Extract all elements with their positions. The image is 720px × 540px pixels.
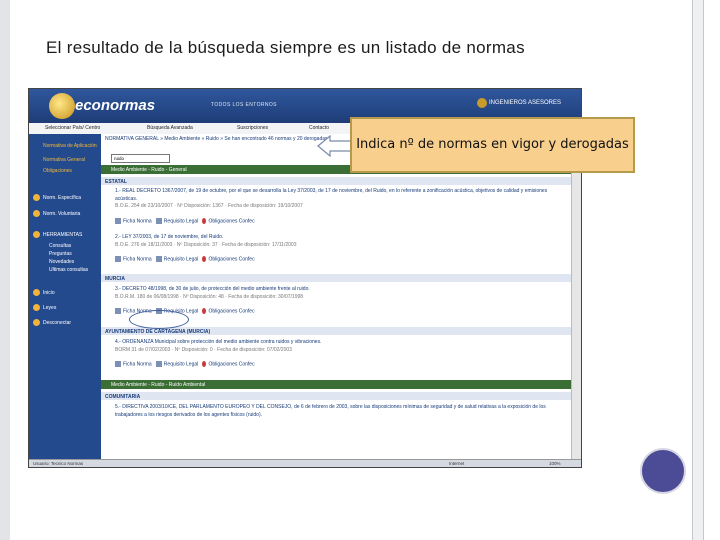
result-title[interactable]: 5.- DIRECTIVA 2003/10/CE, DEL PARLAMENTO… [115, 404, 565, 419]
pin-icon [202, 218, 207, 224]
result-title[interactable]: 4.- ORDENANZA Municipal sobre protección… [115, 339, 565, 347]
callout-text: Indica nº de normas en vigor y derogadas [356, 137, 629, 152]
sidebar-dot-icon [33, 210, 40, 217]
status-user: Usuario: Tecnico Normas [33, 461, 84, 466]
section-header: MURCIA [101, 274, 571, 282]
requisito-legal-link[interactable]: Requisito Legal [164, 256, 198, 262]
pin-icon [202, 308, 207, 314]
sidebar-item-ultimas-consultas[interactable]: Ultimas consultas [49, 267, 88, 273]
sidebar-item-consultas[interactable]: Consultas [49, 243, 71, 249]
document-icon [115, 256, 121, 262]
app-logo-text: econormas [75, 97, 156, 114]
pin-icon [202, 361, 207, 367]
result-meta: B.O.E. 276 de 18/11/2003 · Nº Disposició… [115, 241, 297, 248]
sidebar-item-normativa-aplicacion[interactable]: Normativa de Aplicación [43, 143, 97, 149]
obligaciones-link[interactable]: Obligaciones Confec [208, 361, 254, 367]
sidebar-dot-icon [33, 194, 40, 201]
econormas-logo-icon [49, 93, 75, 119]
result-entry: 2.- LEY 37/2003, de 17 de noviembre, del… [115, 234, 565, 249]
sidebar-item-preguntas[interactable]: Preguntas [49, 251, 72, 257]
pin-icon [202, 256, 207, 262]
callout-box: Indica nº de normas en vigor y derogadas [350, 117, 635, 173]
header-center-label: TODOS LOS ENTORNOS [211, 102, 277, 108]
result-title[interactable]: 3.- DECRETO 48/1998, de 30 de julio, de … [115, 286, 565, 294]
menu-select-country[interactable]: Seleccionar País/ Centro [45, 125, 100, 131]
menu-contact[interactable]: Contacto [309, 125, 329, 131]
sidebar-item-novedades[interactable]: Novedades [49, 259, 74, 265]
obligaciones-link[interactable]: Obligaciones Confec [208, 218, 254, 224]
section-label: COMUNITARIA [105, 393, 141, 400]
logout-icon [33, 319, 40, 326]
breadcrumb: NORMATIVA GENERAL » Medio Ambiente » Rui… [105, 136, 328, 142]
menu-advanced-search[interactable]: Búsqueda Avanzada [147, 125, 193, 131]
result-title[interactable]: 1.- REAL DECRETO 1367/2007, de 19 de oct… [115, 188, 565, 203]
slide-right-band [692, 0, 704, 540]
slide-left-band [0, 0, 10, 540]
section-label: MURCIA [105, 275, 125, 282]
legal-icon [155, 361, 162, 367]
sidebar-item-desconectar[interactable]: Desconectar [43, 320, 71, 326]
result-entry: 1.- REAL DECRETO 1367/2007, de 19 de oct… [115, 188, 565, 211]
vertical-scrollbar[interactable] [571, 134, 581, 459]
result-meta: BORM 31 de 07/02/2003 · Nº Disposición: … [115, 346, 292, 353]
status-zoom: 100% [549, 461, 561, 466]
result-title[interactable]: 2.- LEY 37/2003, de 17 de noviembre, del… [115, 234, 565, 242]
section-label: ESTATAL [105, 178, 127, 185]
search-input[interactable]: ruido [111, 154, 170, 163]
section-label: AYUNTAMIENTO DE CARTAGENA (MURCIA) [105, 328, 211, 335]
legal-icon [155, 218, 162, 224]
path-bar: Medio Ambiente - Ruido - Ruido Ambiental [101, 380, 571, 389]
status-bar: Usuario: Tecnico Normas Internet 100% [29, 459, 581, 467]
section-header: AYUNTAMIENTO DE CARTAGENA (MURCIA) [101, 327, 571, 335]
sidebar-item-norm-voluntaria[interactable]: Norm. Voluntaria [43, 211, 80, 217]
sidebar-item-obligaciones[interactable]: Obligaciones [43, 168, 72, 174]
ficha-norma-link[interactable]: Ficha Norma [123, 218, 152, 224]
results-panel: NORMATIVA GENERAL » Medio Ambiente » Rui… [101, 134, 571, 459]
laws-icon [33, 304, 40, 311]
section-header: COMUNITARIA [101, 392, 571, 400]
obligaciones-link[interactable]: Obligaciones Confec [208, 308, 254, 314]
tools-icon [33, 231, 40, 238]
document-icon [115, 361, 121, 367]
path-bar-label: Medio Ambiente - Ruido - General [111, 166, 187, 173]
company-badge-icon [477, 98, 487, 108]
app-sidebar: Normativa de Aplicación Normativa Genera… [29, 134, 101, 459]
slide-title: El resultado de la búsqueda siempre es u… [46, 38, 525, 57]
home-icon [33, 289, 40, 296]
sidebar-item-herramientas[interactable]: HERRAMIENTAS [43, 232, 82, 238]
obligaciones-link[interactable]: Obligaciones Confec [208, 256, 254, 262]
result-entry: 4.- ORDENANZA Municipal sobre protección… [115, 339, 565, 354]
header-company-label: INGENIEROS ASESORES [489, 100, 562, 106]
result-meta: B.O.E. 254 de 23/10/2007 · Nº Disposició… [115, 203, 303, 209]
ficha-norma-link[interactable]: Ficha Norma [123, 361, 152, 367]
result-links: Ficha Norma Requisito Legal Obligaciones… [115, 361, 255, 367]
path-bar-label: Medio Ambiente - Ruido - Ruido Ambiental [111, 381, 206, 388]
requisito-legal-link[interactable]: Requisito Legal [164, 361, 198, 367]
result-entry: 5.- DIRECTIVA 2003/10/CE, DEL PARLAMENTO… [115, 404, 565, 419]
status-zone: Internet [449, 461, 465, 466]
sidebar-item-norm-especifica[interactable]: Norm. Específica [43, 195, 81, 201]
sidebar-item-normativa-general[interactable]: Normativa General [43, 157, 85, 163]
result-links: Ficha Norma Requisito Legal Obligaciones… [115, 218, 255, 224]
highlight-oval [129, 310, 189, 329]
result-meta: B.O.R.M. 180 de 06/08/1998 · Nº Disposic… [115, 293, 304, 300]
result-links: Ficha Norma Requisito Legal Obligaciones… [115, 256, 255, 262]
sidebar-item-leyes[interactable]: Leyes [43, 305, 56, 311]
decorative-circle [640, 448, 686, 494]
document-icon [115, 218, 121, 224]
ficha-norma-link[interactable]: Ficha Norma [123, 256, 152, 262]
section-header: ESTATAL [101, 177, 571, 185]
document-icon [115, 308, 121, 314]
menu-subscriptions[interactable]: Suscripciones [237, 125, 268, 131]
sidebar-item-inicio[interactable]: Inicio [43, 290, 55, 296]
requisito-legal-link[interactable]: Requisito Legal [164, 218, 198, 224]
result-entry: 3.- DECRETO 48/1998, de 30 de julio, de … [115, 286, 565, 301]
legal-icon [155, 256, 162, 262]
